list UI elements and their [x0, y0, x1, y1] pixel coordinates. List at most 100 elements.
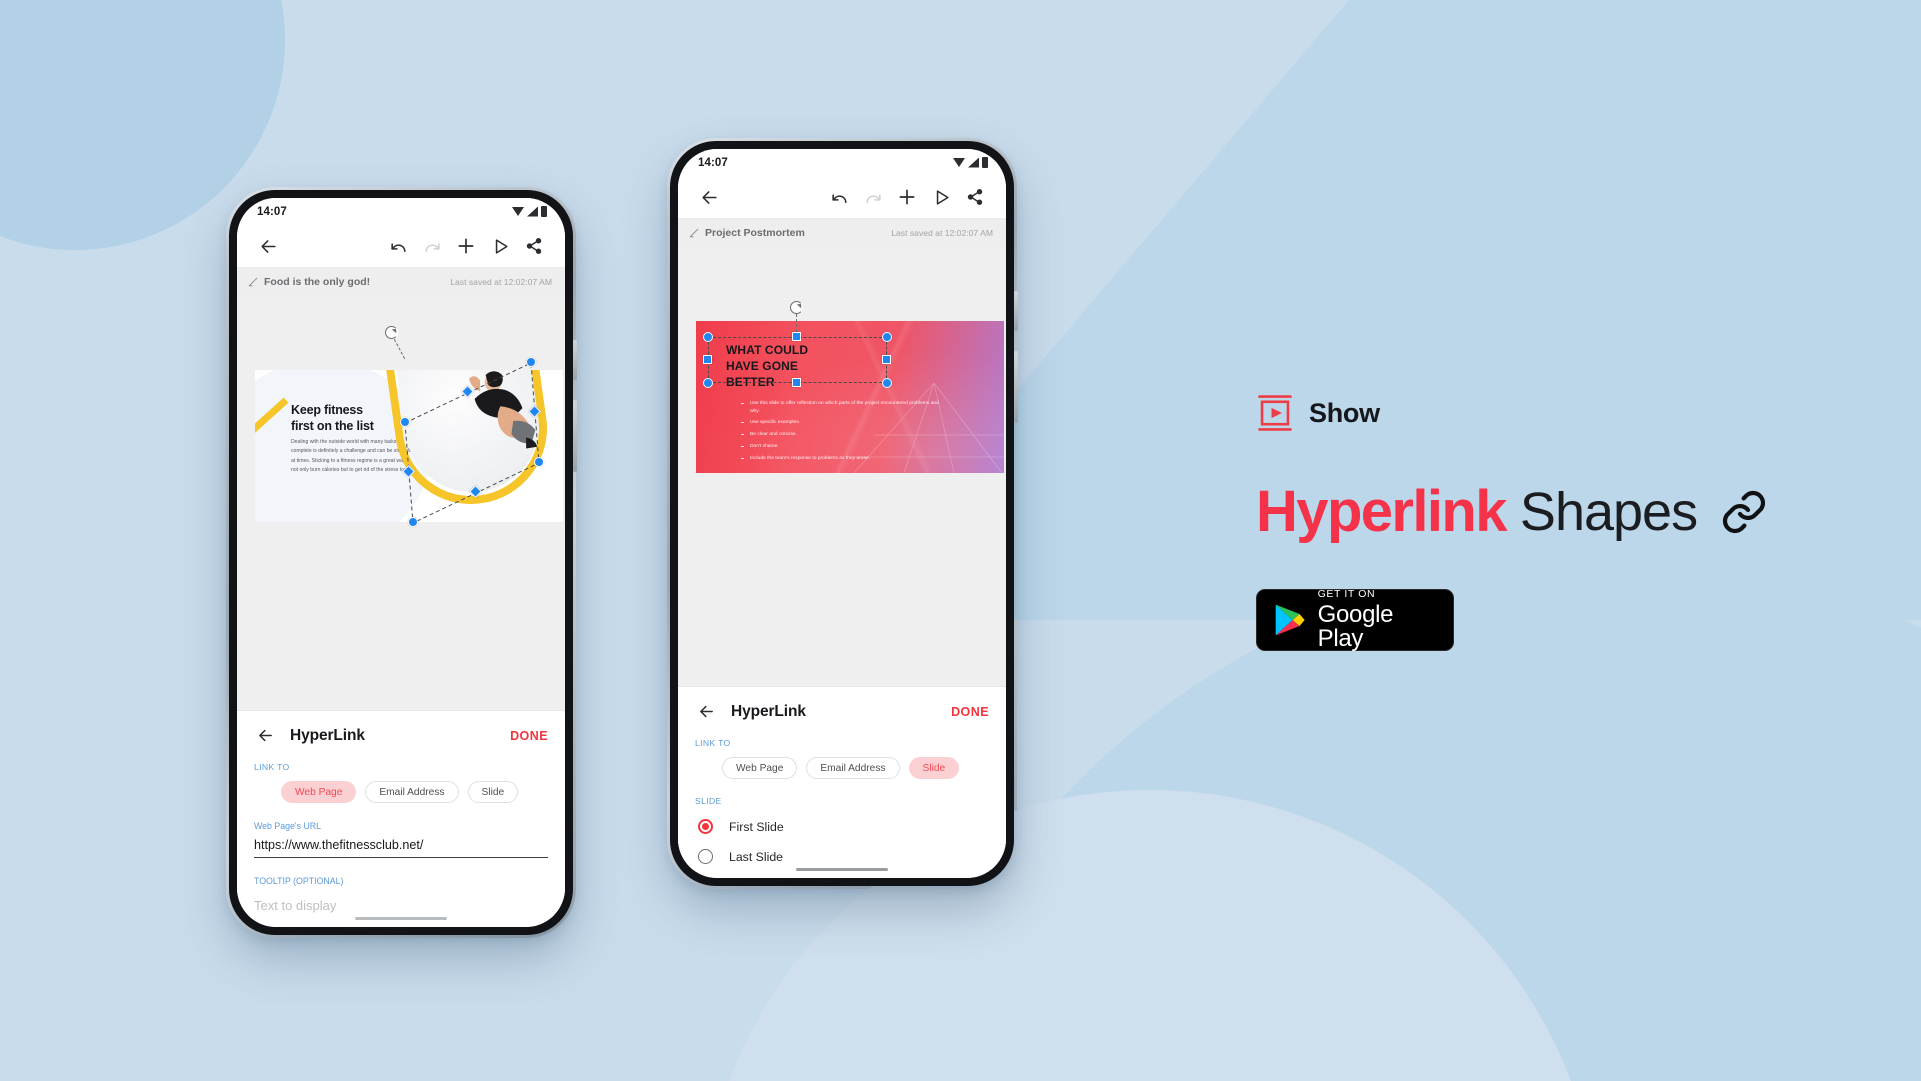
- undo-button[interactable]: [822, 180, 856, 214]
- slide-canvas[interactable]: WHAT COULD HAVE GONE BETTER Use this sli…: [678, 247, 1006, 686]
- chip-email-address[interactable]: Email Address: [806, 757, 900, 779]
- google-play-big-text: Google Play: [1317, 601, 1394, 653]
- slide-bullet-item: Be clear and concise.: [741, 431, 947, 439]
- present-button[interactable]: [483, 229, 517, 263]
- play-icon: [936, 189, 949, 205]
- editor-toolbar: [237, 225, 565, 268]
- rotate-stem: [393, 339, 406, 359]
- status-bar: 14:07: [678, 149, 1006, 176]
- phone-side-button: [1014, 291, 1018, 331]
- sheet-back-button[interactable]: [692, 698, 720, 726]
- chip-web-page[interactable]: Web Page: [722, 757, 798, 779]
- slide-heading[interactable]: WHAT COULD HAVE GONE BETTER: [726, 343, 808, 390]
- rotate-handle[interactable]: [790, 301, 803, 314]
- url-input[interactable]: https://www.thefitnessclub.net/: [254, 838, 548, 858]
- status-bar: 14:07: [237, 198, 565, 225]
- home-indicator[interactable]: [355, 916, 447, 920]
- radio-last-slide[interactable]: [698, 849, 713, 864]
- slide-heading-line3: BETTER: [726, 374, 775, 389]
- phone-mockup-right: 14:07 Project Postmortem Last saved at 1…: [667, 138, 1018, 889]
- radio-row-first-slide[interactable]: First Slide: [678, 806, 1006, 834]
- add-button[interactable]: [449, 229, 483, 263]
- plus-icon: [458, 238, 474, 254]
- google-play-badge[interactable]: GET IT ON Google Play: [1256, 589, 1454, 651]
- radio-first-slide[interactable]: [698, 819, 713, 834]
- document-saved-status: Last saved at 12:02:07 AM: [891, 228, 993, 238]
- hyperlink-sheet-header: HyperLink DONE: [237, 711, 565, 760]
- google-play-small-text: GET IT ON: [1317, 587, 1376, 600]
- back-arrow-icon: [699, 705, 713, 718]
- add-button[interactable]: [890, 180, 924, 214]
- tooltip-input[interactable]: Text to display: [254, 898, 548, 913]
- sheet-title: HyperLink: [731, 702, 806, 720]
- chip-slide[interactable]: Slide: [908, 757, 960, 779]
- redo-button[interactable]: [856, 180, 890, 214]
- document-title-bar: Food is the only god! Last saved at 12:0…: [237, 268, 565, 296]
- slide-heading-line1: Keep fitness: [291, 403, 363, 417]
- slide-canvas[interactable]: Keep fitness first on the list Dealing w…: [237, 296, 565, 710]
- url-field-label: Web Page's URL: [254, 821, 322, 831]
- headline-accent-text: Hyperlink: [1256, 479, 1508, 544]
- hyperlink-sheet: HyperLink DONE LINK TO Web Page Email Ad…: [678, 686, 1006, 878]
- share-button[interactable]: [958, 180, 992, 214]
- phone-screen: 14:07: [678, 149, 1006, 878]
- redo-button[interactable]: [415, 229, 449, 263]
- chip-email-address[interactable]: Email Address: [365, 781, 459, 803]
- back-button[interactable]: [251, 229, 285, 263]
- link-to-label: LINK TO: [254, 762, 290, 772]
- back-arrow-icon: [701, 190, 717, 204]
- home-indicator[interactable]: [796, 867, 888, 871]
- selection-handle-top[interactable]: [526, 357, 536, 367]
- wifi-icon: [953, 158, 965, 167]
- share-icon: [967, 189, 983, 205]
- headline: Hyperlink Shapes: [1256, 478, 1768, 545]
- document-title-bar: Project Postmortem Last saved at 12:02:0…: [678, 219, 1006, 247]
- share-icon: [526, 238, 542, 254]
- link-icon: [1723, 490, 1766, 533]
- hyperlink-sheet-header: HyperLink DONE: [678, 687, 1006, 736]
- undo-button[interactable]: [381, 229, 415, 263]
- chip-web-page[interactable]: Web Page: [281, 781, 357, 803]
- branding-panel: Show Hyperlink Shapes GET IT ON Google P…: [1256, 394, 1768, 651]
- slide-preview[interactable]: Keep fitness first on the list Dealing w…: [255, 370, 563, 522]
- chip-slide[interactable]: Slide: [467, 781, 519, 803]
- hyperlink-sheet: HyperLink DONE LINK TO Web Page Email Ad…: [237, 710, 565, 927]
- editor-toolbar: [678, 176, 1006, 219]
- done-button[interactable]: DONE: [951, 705, 989, 719]
- done-button[interactable]: DONE: [510, 729, 548, 743]
- sheet-back-button[interactable]: [251, 722, 279, 750]
- present-button[interactable]: [924, 180, 958, 214]
- link-type-chip-group: Web Page Email Address Slide: [237, 772, 565, 803]
- slide-preview[interactable]: WHAT COULD HAVE GONE BETTER Use this sli…: [696, 321, 1004, 473]
- redo-icon: [865, 193, 881, 203]
- headline-rest-text: Shapes: [1519, 481, 1698, 542]
- phone-volume-button: [1014, 351, 1018, 423]
- phone-side-button: [573, 340, 577, 380]
- status-icon-group: [512, 206, 547, 217]
- share-button[interactable]: [517, 229, 551, 263]
- slide-bullet-item: Use specific examples.: [741, 419, 947, 427]
- rotate-handle[interactable]: [385, 326, 398, 339]
- play-icon: [495, 238, 508, 254]
- app-name: Show: [1309, 397, 1380, 428]
- redo-icon: [424, 242, 440, 252]
- slide-bullet-item: Use this slide to offer reflection on wh…: [741, 400, 947, 415]
- slide-heading-line2: HAVE GONE: [726, 358, 799, 373]
- show-app-icon: [1258, 395, 1292, 431]
- slide-heading-line1: WHAT COULD: [726, 343, 809, 357]
- slide-bullet-item: Include the team's response to problems …: [741, 455, 947, 463]
- document-title[interactable]: Project Postmortem: [705, 227, 805, 239]
- back-arrow-icon: [258, 729, 272, 742]
- google-play-icon: [1275, 604, 1305, 636]
- signal-icon: [527, 206, 538, 217]
- signal-icon: [968, 157, 979, 168]
- document-saved-status: Last saved at 12:02:07 AM: [450, 277, 552, 287]
- slide-person-photo: [469, 371, 538, 449]
- back-button[interactable]: [692, 180, 726, 214]
- plus-icon: [899, 189, 915, 205]
- battery-icon: [982, 157, 988, 168]
- status-icon-group: [953, 157, 988, 168]
- document-title[interactable]: Food is the only god!: [264, 276, 370, 288]
- sheet-title: HyperLink: [290, 726, 365, 744]
- radio-row-last-slide[interactable]: Last Slide: [678, 834, 1006, 864]
